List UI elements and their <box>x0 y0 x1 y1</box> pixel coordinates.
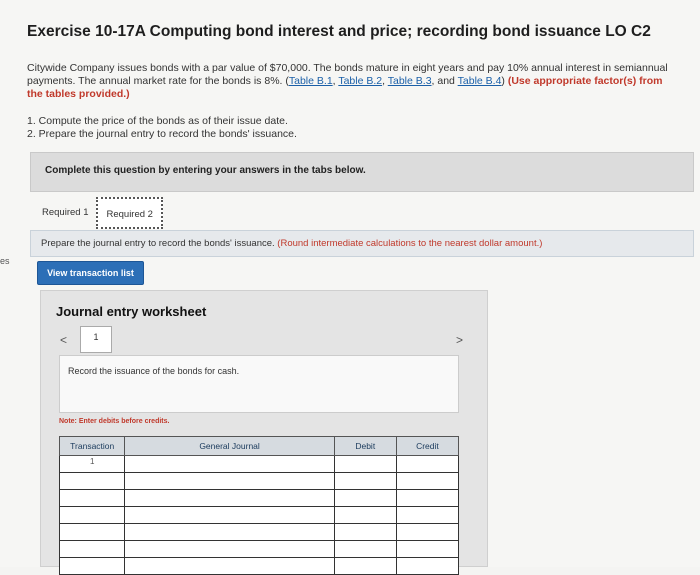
col-header-debit: Debit <box>333 436 397 456</box>
step-item: 2. Prepare the journal entry to record t… <box>27 128 297 140</box>
page: es Exercise 10-17A Computing bond intere… <box>0 0 700 575</box>
table-b1-link[interactable]: Table B.1 <box>289 75 333 87</box>
credit-input[interactable] <box>395 489 460 507</box>
transaction-cell <box>58 523 126 541</box>
general-journal-input[interactable] <box>124 540 335 558</box>
general-journal-input[interactable] <box>124 472 335 490</box>
col-header-transaction: Transaction <box>58 436 126 456</box>
tab-required-1[interactable]: Required 1 <box>34 197 97 229</box>
record-description-box: Record the issuance of the bonds for cas… <box>59 355 459 413</box>
instructions-banner-text: Complete this question by entering your … <box>45 165 366 176</box>
credit-input[interactable] <box>395 523 460 541</box>
transaction-cell <box>58 557 126 575</box>
table-b4-link[interactable]: Table B.4 <box>458 75 502 87</box>
general-journal-input[interactable] <box>124 523 335 541</box>
intro-close-paren: ) <box>501 75 505 87</box>
prompt-text: Prepare the journal entry to record the … <box>41 238 275 249</box>
transaction-number: 1 <box>58 455 126 473</box>
general-journal-input[interactable] <box>124 557 335 575</box>
credit-input[interactable] <box>395 472 460 490</box>
worksheet-title: Journal entry worksheet <box>56 304 207 319</box>
credit-input[interactable] <box>395 506 460 524</box>
debit-input[interactable] <box>333 455 397 473</box>
debit-input[interactable] <box>333 523 397 541</box>
problem-intro: Citywide Company issues bonds with a par… <box>27 62 668 100</box>
debit-input[interactable] <box>333 472 397 490</box>
step-item: 1. Compute the price of the bonds as of … <box>27 115 288 127</box>
transaction-cell <box>58 540 126 558</box>
col-header-general-journal: General Journal <box>124 436 335 456</box>
table-row <box>58 557 460 575</box>
transaction-cell <box>58 472 126 490</box>
instructions-banner: Complete this question by entering your … <box>30 152 694 192</box>
table-row <box>58 489 460 507</box>
steps-list: 1. Compute the price of the bonds as of … <box>27 115 297 141</box>
page-number-tab[interactable]: 1 <box>80 326 112 353</box>
general-journal-input[interactable] <box>124 489 335 507</box>
credit-input[interactable] <box>395 540 460 558</box>
credit-input[interactable] <box>395 455 460 473</box>
transaction-cell <box>58 489 126 507</box>
prev-arrow-icon[interactable]: < <box>60 333 67 347</box>
general-journal-input[interactable] <box>124 455 335 473</box>
table-row <box>58 540 460 558</box>
page-title: Exercise 10-17A Computing bond interest … <box>27 23 651 40</box>
view-transaction-list-button[interactable]: View transaction list <box>37 261 144 285</box>
next-arrow-icon[interactable]: > <box>456 333 463 347</box>
table-b2-link[interactable]: Table B.2 <box>338 75 382 87</box>
debit-input[interactable] <box>333 506 397 524</box>
side-mark: es <box>0 256 10 266</box>
tab-bar: Required 1 Required 2 <box>34 197 163 230</box>
col-header-credit: Credit <box>395 436 460 456</box>
transaction-cell <box>58 506 126 524</box>
general-journal-input[interactable] <box>124 506 335 524</box>
record-description: Record the issuance of the bonds for cas… <box>68 366 240 376</box>
intro-and: and <box>437 75 455 87</box>
credit-input[interactable] <box>395 557 460 575</box>
table-b3-link[interactable]: Table B.3 <box>388 75 432 87</box>
table-row <box>58 472 460 490</box>
tab-required-2[interactable]: Required 2 <box>96 197 163 229</box>
table-row: 1 <box>58 455 460 473</box>
debit-input[interactable] <box>333 540 397 558</box>
debits-note: Note: Enter debits before credits. <box>59 418 170 425</box>
table-row <box>58 506 460 524</box>
table-row <box>58 523 460 541</box>
debit-input[interactable] <box>333 557 397 575</box>
debit-input[interactable] <box>333 489 397 507</box>
journal-entry-table: Transaction General Journal Debit Credit… <box>58 436 460 575</box>
prompt-hint: (Round intermediate calculations to the … <box>277 238 543 249</box>
question-prompt: Prepare the journal entry to record the … <box>30 230 694 257</box>
